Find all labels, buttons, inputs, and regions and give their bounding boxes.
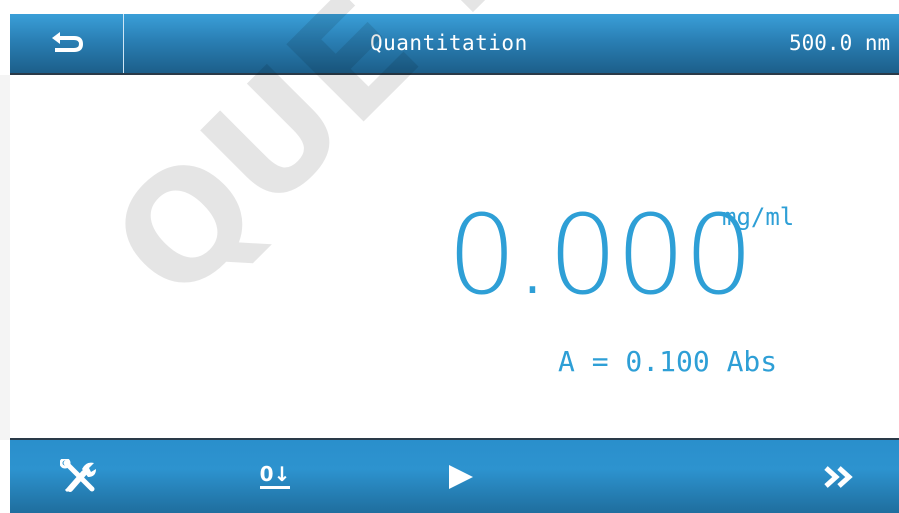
play-icon: [449, 464, 473, 489]
absorbance-reading: A = 0.100 Abs: [558, 345, 778, 378]
concentration-value: 0.000: [447, 191, 754, 319]
zero-button[interactable]: 0↓: [225, 440, 325, 513]
left-edge: [0, 75, 10, 440]
zero-down-arrow-icon: ↓: [273, 462, 291, 486]
back-arrow-icon: [51, 31, 83, 52]
double-chevron-right-icon: [824, 465, 853, 488]
concentration-unit: mg/ml: [722, 203, 795, 231]
wavelength-readout: 500.0 nm: [789, 31, 891, 55]
header-bar: Quantitation 500.0 nm: [10, 14, 899, 75]
page-title: Quantitation: [370, 31, 528, 55]
run-button[interactable]: [410, 440, 510, 513]
back-button[interactable]: [10, 14, 124, 73]
settings-button[interactable]: [30, 440, 130, 513]
zero-label: 0↓: [259, 462, 291, 489]
tools-icon: [60, 458, 96, 492]
toolbar: 0↓: [10, 438, 899, 513]
next-button[interactable]: [789, 440, 889, 513]
